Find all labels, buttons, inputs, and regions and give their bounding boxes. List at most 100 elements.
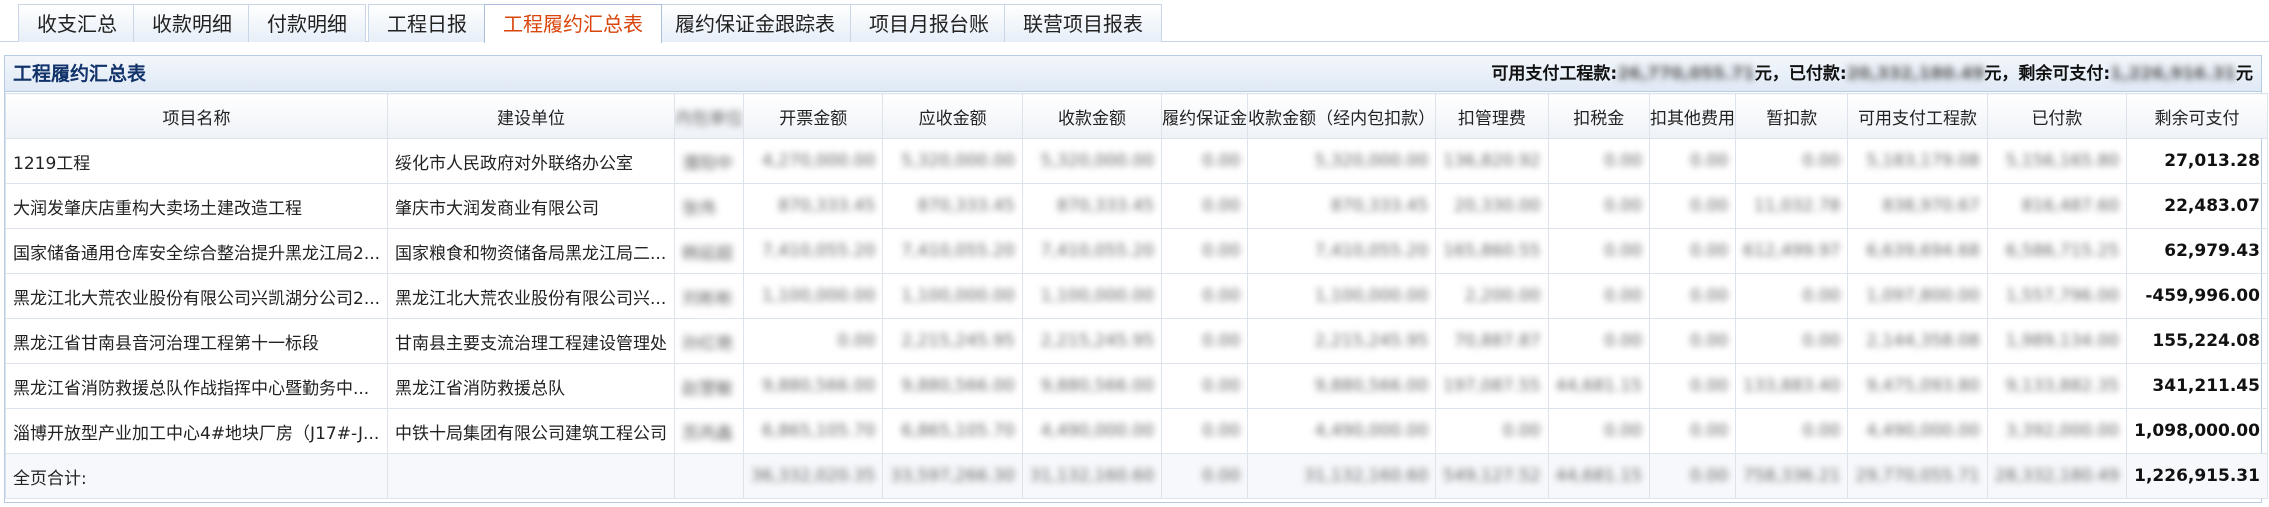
cell-value: 国家储备通用仓库安全综合整治提升黑龙江局2... [13,243,381,264]
cell-value: 20,330.00 [1453,196,1541,216]
cell-value: 1,100,000.00 [901,286,1015,306]
cell-value: 肇庆市大润发商业有限公司 [395,198,600,219]
cell-withheld: 11,032.78 [1735,183,1849,229]
cell-subcontractor: 赵慧敏 [674,363,745,409]
cell-invoice-amount: 6,865,105.70 [743,408,884,454]
cell-other-fees: 0.00 [1649,318,1737,364]
col-header-performance-deposit[interactable]: 履约保证金 [1161,93,1249,139]
cell-value: 7,410,055.20 [1040,241,1155,261]
cell-received-amount: 4,490,000.00 [1021,408,1163,454]
cell-performance-deposit: 0.00 [1161,363,1249,409]
col-header-receivable-amount[interactable]: 应收金额 [882,93,1023,139]
cell-value: 黑龙江北大荒农业股份有限公司兴凯湖分公司2... [13,288,381,309]
cell-value: 1,989,134.00 [2005,331,2120,351]
col-header-withheld[interactable]: 暂扣款 [1735,93,1849,139]
cell-value: 0.00 [1690,241,1729,261]
cell-withheld: 0.00 [1735,138,1849,184]
col-header-remaining-payable[interactable]: 剩余可支付 [2126,93,2268,139]
cell-value: 9,880,566.00 [1040,376,1155,396]
tab-performance-summary[interactable]: 工程履约汇总表 [484,4,662,43]
cell-value: 0.00 [1604,241,1643,261]
tab-receipt-details[interactable]: 收款明细 [133,4,251,42]
cell-value: 0.00 [1502,421,1541,441]
tab-deposit-tracking[interactable]: 履约保证金跟踪表 [656,4,854,42]
table-row[interactable]: 1219工程 绥化市人民政府对外联络办公室 濮阳中 4,270,000.00 5,320… [4,138,2268,184]
cell-value: 7,410,055.20 [1314,241,1429,261]
cell-construction-unit: 中铁十局集团有限公司建筑工程公司 [387,408,676,454]
cell-project-name: 黑龙江省甘南县音河治理工程第十一标段 [4,318,389,364]
cell-received-amount: 9,880,566.00 [1021,363,1163,409]
total-value: 0.00 [1690,466,1729,486]
table-row[interactable]: 黑龙江省消防救援总队作战指挥中心暨勤务中... 黑龙江省消防救援总队 赵慧敏 9,88… [4,363,2268,409]
cell-received-amount: 5,320,000.00 [1021,138,1163,184]
cell-value: 甘南县主要支流治理工程建设管理处 [395,333,668,354]
col-header-invoice-amount[interactable]: 开票金额 [743,93,884,139]
tab-payment-details[interactable]: 付款明细 [248,4,366,42]
cell-management-fee: 2,200.00 [1435,273,1549,319]
cell-remaining-payable: -459,996.00 [2126,273,2268,319]
col-header-subcontractor[interactable]: 内包单位 [674,93,745,139]
cell-receivable-amount: 5,320,000.00 [882,138,1023,184]
cell-other-fees: 0.00 [1649,228,1737,274]
cell-withheld: 133,883.40 [1735,363,1849,409]
cell-value: 4,490,000.00 [1866,421,1980,441]
tab-income-expense-summary[interactable]: 收支汇总 [18,4,136,42]
panel-title: 工程履约汇总表 [13,63,147,85]
payment-summary: 可用支付工程款:26,770,055.71元，已付款:20,332,180.49… [1491,56,2253,92]
col-header-received-net[interactable]: 收款金额（经内包扣款） [1247,93,1437,139]
table-row[interactable]: 黑龙江省甘南县音河治理工程第十一标段 甘南县主要支流治理工程建设管理处 孙红艳 0.0… [4,318,2268,364]
cell-value: 5,320,000.00 [901,151,1015,171]
cell-value: 4,490,000.00 [1314,421,1429,441]
col-header-project-name[interactable]: 项目名称 [4,93,389,139]
table-row[interactable]: 黑龙江北大荒农业股份有限公司兴凯湖分公司2... 黑龙江北大荒农业股份有限公司兴.… [4,273,2268,319]
cell-value: 70,887.87 [1453,331,1541,351]
cell-invoice-amount: 4,270,000.00 [743,138,884,184]
tab-joint-project-report[interactable]: 联营项目报表 [1004,4,1162,42]
cell-invoice-amount: 0.00 [743,318,884,364]
cell-other-fees: 0.00 [1649,273,1737,319]
cell-value: 0.00 [1690,421,1729,441]
cell-management-fee: 20,330.00 [1435,183,1549,229]
total-value: 28,332,180.49 [1994,466,2120,486]
col-header-construction-unit[interactable]: 建设单位 [387,93,676,139]
col-header-label: 内包单位 [675,108,744,129]
table-row[interactable]: 国家储备通用仓库安全综合整治提升黑龙江局2... 国家粮食和物资储备局黑龙江局二.… [4,228,2268,274]
tab-daily-report[interactable]: 工程日报 [368,4,486,42]
cell-value: 黑龙江省甘南县音河治理工程第十一标段 [13,333,319,354]
cell-payable-amount: 6,639,694.68 [1847,228,1988,274]
cell-invoice-amount: 9,880,566.00 [743,363,884,409]
cell-withheld: 0.00 [1735,318,1849,364]
cell-value: 1,100,000.00 [761,286,876,306]
header-row: 项目名称 建设单位 内包单位 开票金额 应收金额 收款金额 履约保证金 收款金额（经内包扣款）… [4,93,2268,139]
cell-value: 中铁十局集团有限公司建筑工程公司 [395,423,668,444]
cell-value: 6,586,715.25 [2005,241,2120,261]
col-header-other-fees[interactable]: 扣其他费用 [1649,93,1737,139]
total-empty-cell [674,453,745,499]
total-received-net: 31,132,160.60 [1247,453,1437,499]
total-value: 31,132,160.60 [1303,466,1429,486]
cell-subcontractor: 孙红艳 [674,318,745,364]
col-header-label: 暂扣款 [1766,108,1818,129]
cell-value: 0.00 [1604,286,1643,306]
col-header-paid-amount[interactable]: 已付款 [1986,93,2128,139]
col-header-tax-deduction[interactable]: 扣税金 [1547,93,1651,139]
cell-receivable-amount: 9,880,566.00 [882,363,1023,409]
table-row[interactable]: 淄博开放型产业加工中心4#地块厂房（J17#-J... 中铁十局集团有限公司建筑工… [4,408,2268,454]
cell-value: 341,211.45 [2152,376,2260,396]
col-header-label: 开票金额 [779,108,848,129]
table-row[interactable]: 大润发肇庆店重构大卖场土建改造工程 肇庆市大润发商业有限公司 张伟 870,333.4… [4,183,2268,229]
cell-value: 612,499.97 [1743,241,1841,261]
col-header-management-fee[interactable]: 扣管理费 [1435,93,1549,139]
cell-value: 9,880,566.00 [901,376,1015,396]
cell-value: 0.00 [1604,331,1643,351]
cell-value: 0.00 [1802,151,1841,171]
cell-management-fee: 70,887.87 [1435,318,1549,364]
cell-value: 870,333.45 [778,196,876,216]
col-header-payable-amount[interactable]: 可用支付工程款 [1847,93,1988,139]
tab-monthly-ledger[interactable]: 项目月报台账 [850,4,1008,42]
cell-value: 0.00 [1202,331,1241,351]
cell-received-net: 870,333.45 [1247,183,1437,229]
total-withheld: 758,336.21 [1735,453,1849,499]
cell-payable-amount: 4,490,000.00 [1847,408,1988,454]
col-header-received-amount[interactable]: 收款金额 [1021,93,1163,139]
